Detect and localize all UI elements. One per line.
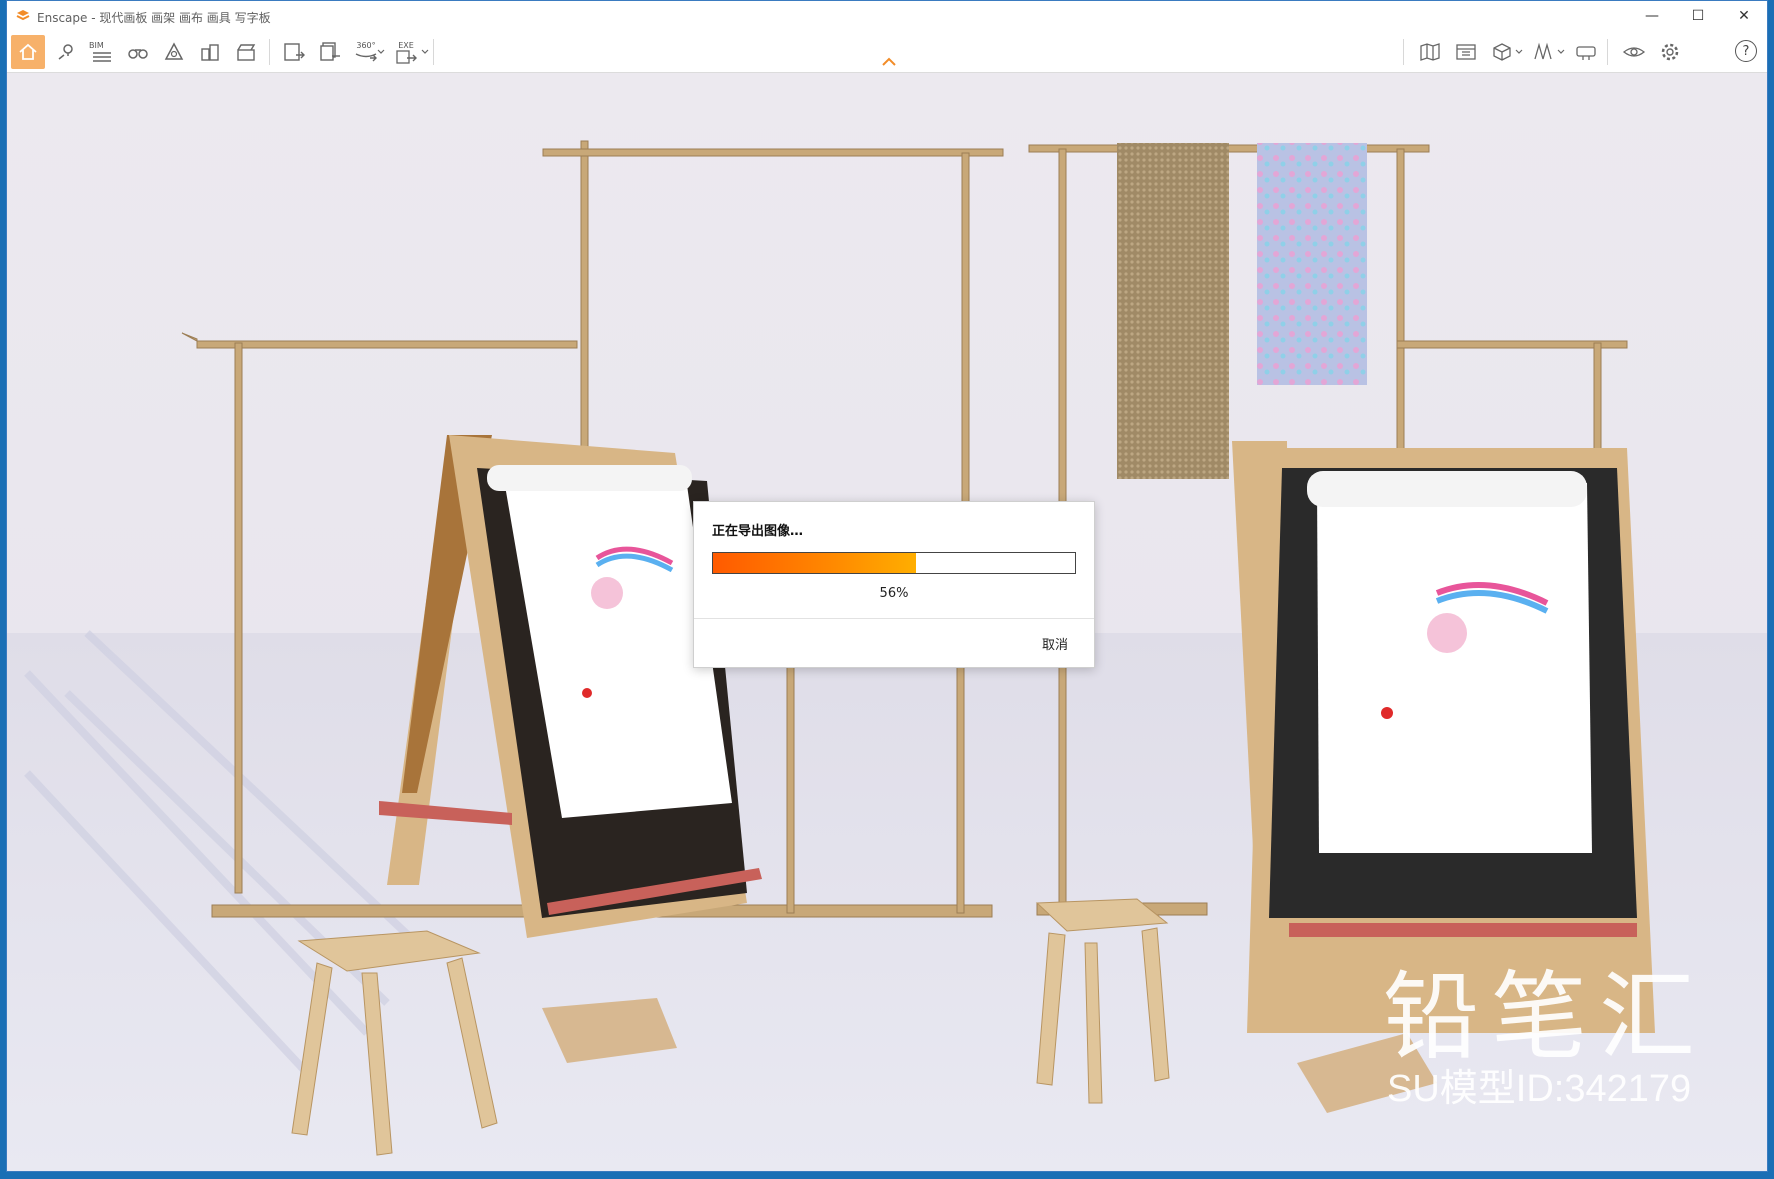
toolbar-divider: [1607, 39, 1608, 65]
maximize-icon: ☐: [1691, 8, 1705, 24]
window-title: Enscape - 现代画板 画架 画布 画具 写字板: [37, 11, 271, 25]
bim-button[interactable]: BIM: [85, 35, 119, 69]
binoculars-button[interactable]: [121, 35, 155, 69]
chevron-down-icon[interactable]: [1557, 48, 1565, 56]
cube-view-icon: [1493, 43, 1511, 61]
watermark-model-id: SU模型ID:342179: [1387, 1068, 1692, 1110]
batch-render-icon: [320, 42, 340, 61]
toolbar-divider: [1403, 39, 1404, 65]
help-button[interactable]: ?: [1735, 40, 1757, 62]
location-pin-icon: [58, 44, 73, 60]
chevron-down-icon[interactable]: [1515, 48, 1523, 56]
help-icon: ?: [1742, 43, 1750, 59]
export-screenshot-button[interactable]: [277, 35, 311, 69]
home-icon: [19, 43, 37, 60]
material-editor-button[interactable]: [1527, 35, 1561, 69]
progress-percent-label: 56%: [879, 586, 909, 601]
clapperboard-icon: [237, 44, 256, 61]
settings-gear-icon: [1661, 43, 1679, 61]
panorama-360-icon: 360°: [356, 40, 376, 50]
toolbar-divider: [433, 39, 434, 65]
exe-arrow-icon: [396, 49, 417, 64]
asset-library-icon: [1456, 44, 1476, 60]
chevron-down-icon[interactable]: [421, 48, 429, 56]
panorama-arrow-icon: [355, 52, 377, 61]
export-screenshot-icon: [284, 43, 305, 61]
title-bar: Enscape - 现代画板 画架 画布 画具 写字板 — ☐ ✕: [7, 1, 1767, 31]
clapperboard-button[interactable]: [229, 35, 263, 69]
toolbar-divider: [269, 39, 270, 65]
exe-export-icon: EXE: [398, 40, 414, 50]
bim-lines-icon: [93, 51, 111, 62]
enscape-logo-icon: [16, 10, 30, 21]
home-button[interactable]: [11, 35, 45, 69]
watermark-brand: 铅笔汇: [1383, 961, 1707, 1073]
atmosphere-icon: [164, 42, 184, 60]
buildings-button[interactable]: [193, 35, 227, 69]
atmosphere-button[interactable]: [157, 35, 191, 69]
watermark: 铅笔汇 SU模型ID:342179: [1383, 967, 1707, 1111]
vr-headset-icon: [1576, 46, 1596, 60]
material-editor-icon: [1534, 42, 1552, 60]
map-button[interactable]: [1413, 35, 1447, 69]
export-image-dialog: 正在导出图像… 56% 取消: [693, 501, 1095, 668]
chevron-down-icon[interactable]: [377, 48, 385, 56]
maximize-button[interactable]: ☐: [1675, 1, 1721, 31]
close-icon: ✕: [1738, 8, 1750, 24]
minimize-icon: —: [1645, 8, 1659, 24]
vr-headset-button[interactable]: [1569, 35, 1603, 69]
map-icon: [1420, 43, 1440, 61]
minimize-button[interactable]: —: [1629, 1, 1675, 31]
cancel-button[interactable]: 取消: [1038, 632, 1072, 655]
cube-view-button[interactable]: [1485, 35, 1519, 69]
collapse-toolbar-chevron-up-icon[interactable]: [881, 57, 897, 67]
main-toolbar: BIM 360° EXE ?: [7, 31, 1767, 73]
binoculars-icon: [128, 49, 148, 59]
asset-library-button[interactable]: [1449, 35, 1483, 69]
visual-settings-eye-icon: [1622, 47, 1646, 57]
buildings-icon: [201, 44, 219, 61]
dialog-divider: [694, 618, 1094, 619]
batch-render-button[interactable]: [313, 35, 347, 69]
bim-icon: BIM: [89, 40, 104, 50]
settings-button[interactable]: [1653, 35, 1687, 69]
export-progress-fill: [713, 553, 916, 573]
exe-export-button[interactable]: EXE: [389, 35, 423, 69]
enscape-window: Enscape - 现代画板 画架 画布 画具 写字板 — ☐ ✕ BIM 36…: [6, 0, 1768, 1172]
visual-settings-button[interactable]: [1617, 35, 1651, 69]
location-button[interactable]: [49, 35, 83, 69]
close-button[interactable]: ✕: [1721, 1, 1767, 31]
dialog-title: 正在导出图像…: [712, 524, 804, 539]
export-progress-bar: [712, 552, 1076, 574]
